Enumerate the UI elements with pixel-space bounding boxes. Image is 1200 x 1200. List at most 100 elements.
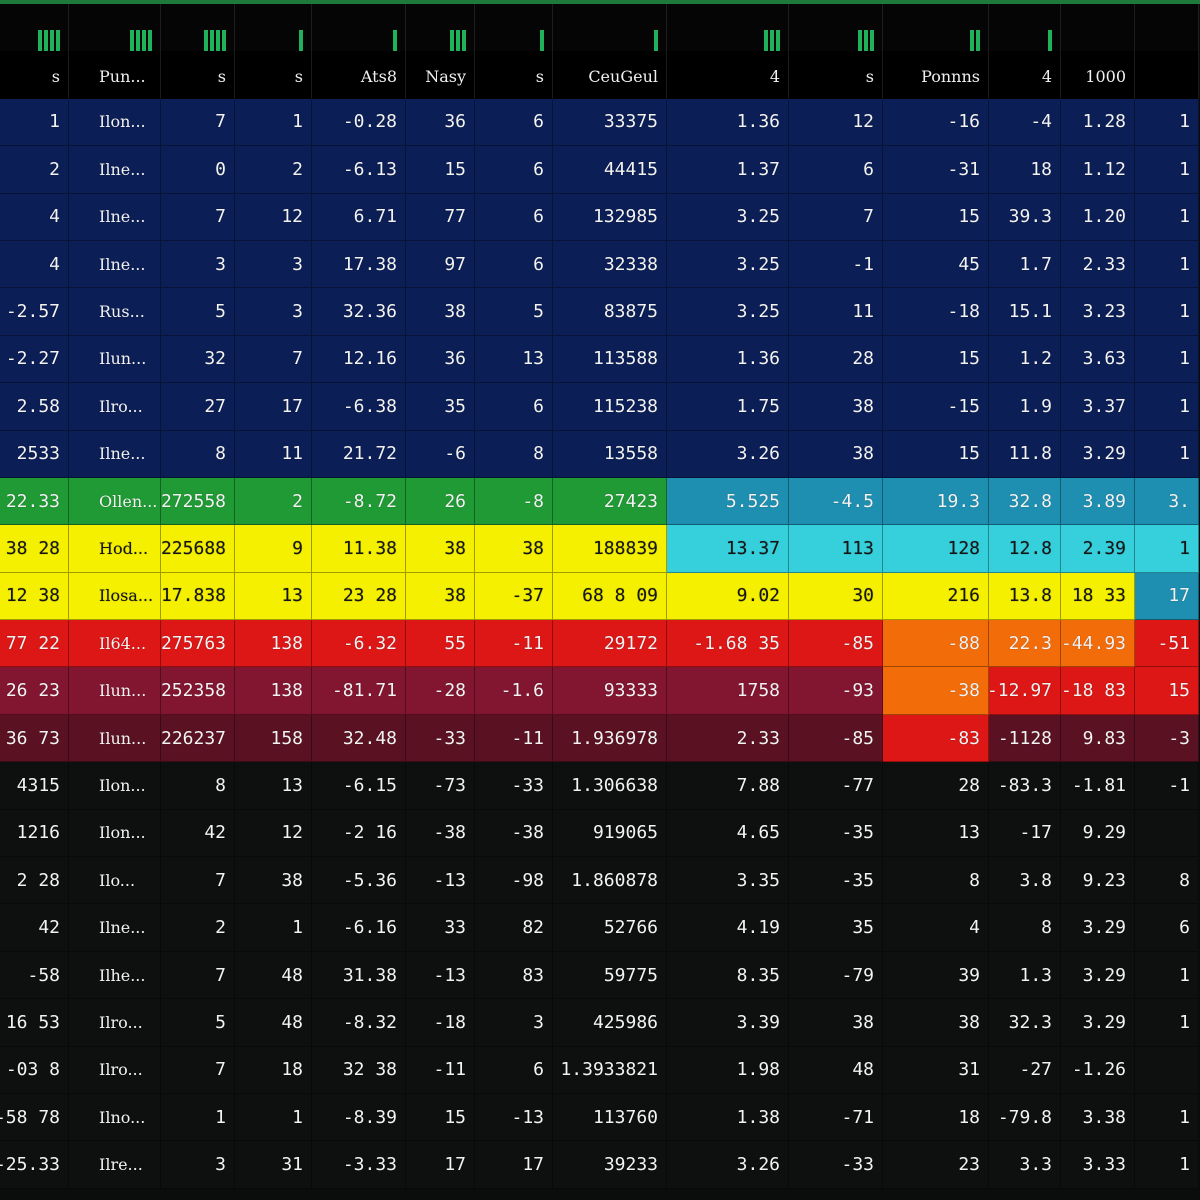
table-cell[interactable]: -73 (406, 762, 475, 810)
table-cell[interactable]: -83 (883, 714, 989, 763)
table-cell[interactable]: 1.7 (989, 240, 1061, 289)
table-cell[interactable]: 2 (235, 477, 312, 526)
table-cell[interactable]: 8 (161, 430, 235, 478)
table-cell[interactable]: 27 (161, 383, 235, 431)
table-cell[interactable]: 1.36 (667, 335, 789, 384)
table-cell[interactable]: 4 (0, 193, 69, 241)
table-cell[interactable]: 11 (789, 288, 883, 336)
table-cell[interactable]: 113 (789, 525, 883, 573)
table-cell[interactable]: 26 (406, 477, 475, 526)
table-cell[interactable]: 13 (235, 572, 312, 621)
table-cell[interactable]: 38 (883, 999, 989, 1047)
table-cell[interactable]: 7 (161, 857, 235, 905)
table-cell[interactable]: -33 (475, 762, 553, 810)
table-cell[interactable]: Ilon... (69, 762, 161, 810)
table-cell[interactable]: 8 (883, 857, 989, 905)
table-cell[interactable]: Ollen... (69, 477, 161, 526)
table-cell[interactable]: 2 (0, 146, 69, 194)
table-cell[interactable]: 11 (235, 430, 312, 478)
table-cell[interactable]: 128 (883, 525, 989, 573)
table-cell[interactable]: -6.38 (312, 383, 406, 431)
column-header-12[interactable]: 1000 (1061, 51, 1135, 104)
table-cell[interactable]: 4 (883, 904, 989, 952)
table-cell[interactable]: 16 53 (0, 999, 69, 1047)
table-cell[interactable]: 1 (1135, 383, 1199, 431)
column-header-11[interactable]: 4 (989, 51, 1061, 104)
table-cell[interactable] (1135, 809, 1199, 858)
table-cell[interactable]: -1 (789, 240, 883, 289)
table-cell[interactable]: 8 (475, 430, 553, 478)
table-cell[interactable]: 39 (883, 951, 989, 1000)
table-cell[interactable]: 1 (1135, 240, 1199, 289)
table-cell[interactable]: 28 (789, 335, 883, 384)
table-cell[interactable]: 97 (406, 240, 475, 289)
table-cell[interactable]: Ilre... (69, 1141, 161, 1189)
table-cell[interactable]: 2.58 (0, 383, 69, 431)
table-cell[interactable]: 1 (1135, 146, 1199, 194)
table-cell[interactable]: 216 (883, 572, 989, 621)
table-cell[interactable]: 7 (235, 335, 312, 384)
table-cell[interactable]: 1 (1135, 525, 1199, 573)
table-cell[interactable]: 48 (235, 999, 312, 1047)
table-cell[interactable]: 1 (1135, 335, 1199, 384)
table-cell[interactable]: Ilon... (69, 809, 161, 858)
table-cell[interactable]: 9.02 (667, 572, 789, 621)
table-cell[interactable]: -38 (475, 809, 553, 858)
table-cell[interactable]: 42 (161, 809, 235, 858)
table-cell[interactable]: -0.28 (312, 98, 406, 147)
table-cell[interactable]: -1.68 35 (667, 620, 789, 668)
table-cell[interactable]: 52766 (553, 904, 667, 952)
table-cell[interactable]: 7 (161, 98, 235, 147)
table-cell[interactable]: 28 (883, 762, 989, 810)
table-cell[interactable]: 36 (406, 98, 475, 147)
table-cell[interactable]: 18 (883, 1093, 989, 1142)
table-cell[interactable]: 0 (161, 146, 235, 194)
table-cell[interactable]: 6 (475, 1046, 553, 1094)
table-cell[interactable]: -85 (789, 714, 883, 763)
table-cell[interactable]: 6 (475, 98, 553, 147)
table-cell[interactable]: 11.38 (312, 525, 406, 573)
table-cell[interactable]: 1 (1135, 1093, 1199, 1142)
table-cell[interactable]: 18 (989, 146, 1061, 194)
table-cell[interactable]: - 22.33 (0, 477, 69, 526)
column-header-2[interactable]: s (161, 51, 235, 104)
table-cell[interactable]: 1 (1135, 430, 1199, 478)
table-cell[interactable]: 33 (406, 904, 475, 952)
table-cell[interactable]: -37 (475, 572, 553, 621)
table-cell[interactable]: 1.28 (1061, 98, 1135, 147)
table-cell[interactable]: 252358 (161, 667, 235, 715)
table-cell[interactable]: Ilro... (69, 999, 161, 1047)
table-cell[interactable]: 2 (161, 904, 235, 952)
table-cell[interactable]: 13 (883, 809, 989, 858)
table-cell[interactable]: 13 (475, 335, 553, 384)
table-cell[interactable]: 1 (1135, 951, 1199, 1000)
table-cell[interactable]: 27423 (553, 477, 667, 526)
table-cell[interactable]: 11.8 (989, 430, 1061, 478)
column-header-10[interactable]: Ponnns (883, 51, 989, 104)
table-cell[interactable]: 113760 (553, 1093, 667, 1142)
table-cell[interactable]: Ilun... (69, 335, 161, 384)
table-cell[interactable] (1135, 1046, 1199, 1094)
table-cell[interactable]: 15 (1135, 667, 1199, 715)
table-cell[interactable]: 1758 (667, 667, 789, 715)
table-cell[interactable]: -33 (406, 714, 475, 763)
table-cell[interactable]: -25.33 (0, 1141, 69, 1189)
table-cell[interactable]: 3.33 (1061, 1141, 1135, 1189)
table-cell[interactable]: Ilun... (69, 667, 161, 715)
table-cell[interactable]: -18 83 (1061, 667, 1135, 715)
table-cell[interactable]: 6.71 (312, 193, 406, 241)
table-cell[interactable]: 3.26 (667, 430, 789, 478)
table-cell[interactable]: 17 (1135, 572, 1199, 621)
table-cell[interactable]: 35 (406, 383, 475, 431)
table-cell[interactable]: 3 (235, 240, 312, 289)
table-cell[interactable]: 1 (1135, 288, 1199, 336)
table-cell[interactable]: 31 (235, 1141, 312, 1189)
table-cell[interactable]: 5 (161, 999, 235, 1047)
table-cell[interactable]: -13 (406, 857, 475, 905)
column-header-7[interactable]: CeuGeul (553, 51, 667, 104)
table-cell[interactable]: 4 (0, 240, 69, 289)
table-cell[interactable]: 44415 (553, 146, 667, 194)
table-cell[interactable]: -51 (1135, 620, 1199, 668)
table-cell[interactable]: 18 33 (1061, 572, 1135, 621)
table-cell[interactable]: 1 (235, 904, 312, 952)
